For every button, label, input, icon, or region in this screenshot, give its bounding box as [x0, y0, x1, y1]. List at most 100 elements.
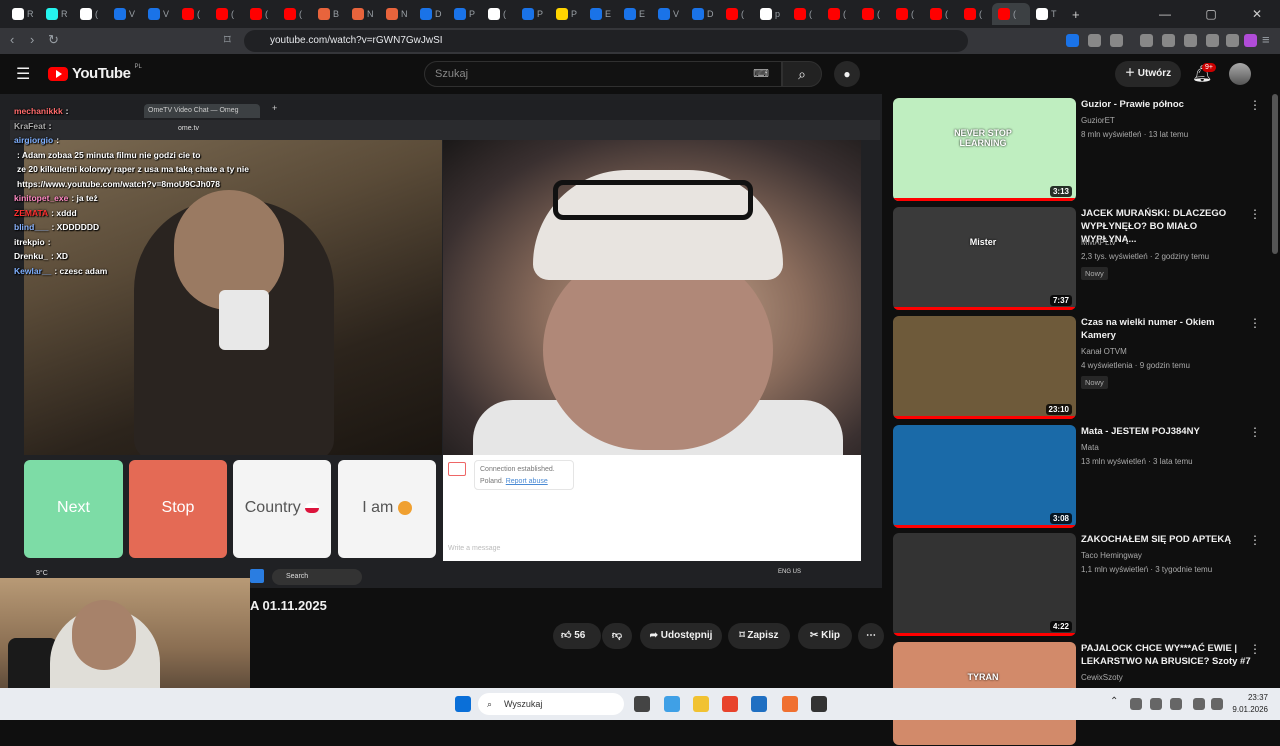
channel-name[interactable]: MMAPLtv — [1081, 238, 1116, 247]
more-options-icon[interactable]: ⋮ — [1249, 316, 1261, 330]
chevron-up-icon[interactable]: ⌃ — [1110, 696, 1118, 707]
sidebar-icon[interactable] — [1162, 34, 1175, 47]
video-thumbnail[interactable]: 23:10 — [893, 316, 1076, 419]
browser-tab[interactable]: ( — [992, 3, 1030, 25]
search-button[interactable]: ⌕ — [782, 61, 822, 87]
channel-name[interactable]: GuziorET — [1081, 116, 1115, 125]
browser-tab[interactable]: T — [1030, 3, 1064, 25]
reload-icon[interactable]: ↻ — [48, 32, 59, 48]
browser-tab[interactable]: P — [516, 3, 550, 25]
browser-tab[interactable]: E — [618, 3, 652, 25]
avatar[interactable] — [1229, 63, 1251, 85]
recommendation-item[interactable]: Mister 7:37 JACEK MURAŃSKI: DLACZEGO WYPŁY… — [893, 207, 1261, 311]
share-button[interactable]: ➦ Udostępnij — [640, 623, 722, 649]
browser-tab[interactable]: V — [652, 3, 686, 25]
video-thumbnail[interactable]: 3:08 — [893, 425, 1076, 528]
browser-tab[interactable]: P — [550, 3, 584, 25]
tab-search-icon[interactable] — [1110, 34, 1123, 47]
browser-tab[interactable]: ( — [278, 3, 312, 25]
next-button[interactable]: Next — [24, 460, 123, 558]
shield-icon[interactable] — [1226, 34, 1239, 47]
browser-tab[interactable]: N — [346, 3, 380, 25]
recommendation-item[interactable]: 3:08 Mata - JESTEM POJ384NY Mata 13 mln wyś… — [893, 425, 1261, 529]
brave-icon[interactable] — [722, 696, 738, 712]
recommendation-item[interactable]: 4:22 ZAKOCHAŁEM SIĘ POD APTEKĄ Taco Heming… — [893, 533, 1261, 637]
app-icon[interactable] — [811, 696, 827, 712]
video-thumbnail[interactable]: NEVER STOP LEARNING 3:13 — [893, 98, 1076, 201]
browser-tab[interactable]: N — [380, 3, 414, 25]
create-button[interactable]: ＋ Utwórz — [1115, 61, 1181, 87]
browser-tab[interactable]: V — [142, 3, 176, 25]
stop-button[interactable]: Stop — [129, 460, 227, 558]
keyboard-icon[interactable]: ⌨ — [753, 62, 769, 86]
scrollbar[interactable] — [1272, 94, 1278, 254]
recommendation-title[interactable]: Czas na wielki numer - Okiem Kamery — [1081, 316, 1251, 342]
browser-tab[interactable]: p — [754, 3, 788, 25]
maximize-button[interactable]: ▢ — [1188, 0, 1234, 28]
recommendation-item[interactable]: 23:10 Czas na wielki numer - Okiem Kamery… — [893, 316, 1261, 420]
windows-start-button[interactable] — [455, 696, 471, 712]
recommendation-title[interactable]: ZAKOCHAŁEM SIĘ POD APTEKĄ — [1081, 533, 1251, 546]
browser-tab[interactable]: ( — [890, 3, 924, 25]
network-icon[interactable] — [1193, 698, 1205, 710]
browser-tab[interactable]: R — [40, 3, 74, 25]
message-input[interactable]: Write a message — [448, 545, 500, 552]
more-options-icon[interactable]: ⋮ — [1249, 642, 1261, 656]
more-actions-button[interactable]: ⋯ — [858, 623, 884, 649]
search-input[interactable]: Szukaj ⌨ — [424, 61, 782, 87]
browser-tab[interactable]: ( — [210, 3, 244, 25]
vpn-icon[interactable] — [1244, 34, 1257, 47]
browser-tab[interactable]: E — [584, 3, 618, 25]
store-icon[interactable] — [751, 696, 767, 712]
report-abuse-link[interactable]: Report abuse — [506, 478, 548, 485]
back-icon[interactable]: ‹ — [10, 32, 14, 47]
url-input[interactable]: youtube.com/watch?v=rGWN7GwJwSI — [244, 30, 968, 52]
close-window-button[interactable]: ✕ — [1234, 0, 1280, 28]
browser-tab[interactable]: B — [312, 3, 346, 25]
extension-icon[interactable] — [1066, 34, 1079, 47]
wallet-icon[interactable] — [1184, 34, 1197, 47]
channel-name[interactable]: Mata — [1081, 443, 1099, 452]
channel-name[interactable]: Kanał OTVM — [1081, 347, 1127, 356]
minimize-button[interactable]: — — [1142, 0, 1188, 28]
voice-search-icon[interactable]: ● — [834, 61, 860, 87]
browser-tab[interactable]: ( — [924, 3, 958, 25]
volume-icon[interactable] — [1211, 698, 1223, 710]
browser-tab[interactable]: R — [6, 3, 40, 25]
more-options-icon[interactable]: ⋮ — [1249, 207, 1261, 221]
browser-tab[interactable]: ( — [822, 3, 856, 25]
browser-tab[interactable]: ( — [482, 3, 516, 25]
tray-icon[interactable] — [1170, 698, 1182, 710]
browser-tab[interactable]: P — [448, 3, 482, 25]
media-icon[interactable] — [1140, 34, 1153, 47]
video-thumbnail[interactable]: 4:22 — [893, 533, 1076, 636]
browser-tab[interactable]: ( — [958, 3, 992, 25]
browser-tab[interactable]: ( — [720, 3, 754, 25]
browser-tab[interactable]: ( — [176, 3, 210, 25]
browser-tab[interactable]: V — [108, 3, 142, 25]
leo-icon[interactable] — [1206, 34, 1219, 47]
recommendation-title[interactable]: Mata - JESTEM POJ384NY — [1081, 425, 1251, 438]
channel-name[interactable]: CewixSzoty — [1081, 673, 1123, 682]
recommendation-item[interactable]: NEVER STOP LEARNING 3:13 Guzior - Prawie p… — [893, 98, 1261, 202]
tray-icon[interactable] — [1150, 698, 1162, 710]
more-options-icon[interactable]: ⋮ — [1249, 98, 1261, 112]
gender-button[interactable]: I am — [338, 460, 436, 558]
browser-taskbar-icon[interactable] — [782, 696, 798, 712]
save-button[interactable]: ⌑ Zapisz — [728, 623, 790, 649]
taskbar-search[interactable]: ⌕ Wyszukaj — [478, 693, 624, 715]
country-button[interactable]: Country — [233, 460, 331, 558]
browser-tab[interactable]: ( — [788, 3, 822, 25]
browser-tab[interactable]: ( — [856, 3, 890, 25]
clip-button[interactable]: ✂ Klip — [798, 623, 852, 649]
menu-icon[interactable]: ≡ — [1262, 32, 1270, 47]
extensions-icon[interactable] — [1088, 34, 1101, 47]
file-explorer-icon[interactable] — [693, 696, 709, 712]
more-options-icon[interactable]: ⋮ — [1249, 425, 1261, 439]
dislike-button[interactable]: 👎︎ — [602, 623, 632, 649]
forward-icon[interactable]: › — [30, 32, 34, 47]
video-thumbnail[interactable]: Mister 7:37 — [893, 207, 1076, 310]
channel-name[interactable]: Taco Hemingway — [1081, 551, 1142, 560]
recommendation-title[interactable]: Guzior - Prawie północ — [1081, 98, 1251, 111]
task-view-icon[interactable] — [634, 696, 650, 712]
